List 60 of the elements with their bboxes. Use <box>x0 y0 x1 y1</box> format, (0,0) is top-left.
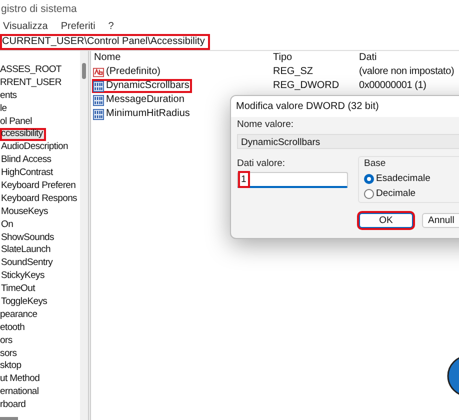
tree-item[interactable]: HighContrast <box>1 167 55 180</box>
ok-button[interactable]: OK <box>359 213 413 228</box>
tree-item[interactable]: pearance <box>0 308 40 322</box>
value-name[interactable]: MessageDuration <box>106 93 184 107</box>
tree-item[interactable]: ol Panel <box>0 116 34 128</box>
value-name[interactable]: DynamicScrollbars <box>106 79 190 93</box>
tree-item[interactable]: Keyboard Respons <box>1 192 80 206</box>
tree-item[interactable]: ors <box>0 334 14 348</box>
cancel-button[interactable]: Annull <box>422 213 459 228</box>
radio-label[interactable]: Decimale <box>376 188 416 199</box>
value-field[interactable]: 1 <box>237 172 348 188</box>
binary-value-icon <box>93 80 104 92</box>
address-bar[interactable]: CURRENT_USER\Control Panel\Accessibility <box>0 34 210 50</box>
column-header[interactable]: Dati <box>359 51 459 65</box>
radio-label[interactable]: Esadecimale <box>376 173 430 184</box>
tree-item[interactable]: ASSES_ROOT <box>0 64 64 77</box>
field-label: Dati valore: <box>237 158 286 169</box>
table-cell-text: REG_SZ <box>273 65 314 79</box>
scrollbar-thumb[interactable] <box>82 63 86 79</box>
tree-item[interactable]: MouseKeys <box>1 206 50 219</box>
tree-item[interactable]: sktop <box>0 360 24 374</box>
tree-item[interactable]: ernational <box>0 386 41 400</box>
menu-item[interactable]: Visualizza <box>3 21 48 33</box>
tree-item[interactable]: Blind Access <box>1 154 54 168</box>
window-title: gistro di sistema <box>1 3 77 15</box>
value-text: 1 <box>238 171 250 188</box>
tree-item[interactable]: rboard <box>0 399 28 412</box>
radio-button[interactable] <box>364 188 374 198</box>
value-name[interactable]: MinimumHitRadius <box>106 107 190 121</box>
tree-item[interactable]: ToggleKeys <box>1 296 50 309</box>
tree-item[interactable]: RRENT_USER <box>0 76 64 90</box>
name-field[interactable]: DynamicScrollbars <box>237 134 459 149</box>
tree-item[interactable]: SlateLaunch <box>1 244 53 258</box>
column-header[interactable]: Tipo <box>273 51 359 65</box>
tree-item[interactable]: Keyboard Preferen <box>1 180 78 193</box>
column-header[interactable]: Nome <box>92 51 273 65</box>
tree-item[interactable]: SoundSentry <box>1 257 55 270</box>
tree-item[interactable]: StickyKeys <box>1 270 46 284</box>
value-name[interactable]: (Predefinito) <box>106 65 160 79</box>
menu-item[interactable]: Preferiti <box>60 21 96 33</box>
tree-item[interactable]: ut Method <box>0 373 42 386</box>
tree-item[interactable]: etooth <box>0 322 27 335</box>
tree-item[interactable]: sors <box>0 348 19 360</box>
table-cell-text: (valore non impostato) <box>359 65 456 79</box>
tree-item[interactable]: TimeOut <box>1 283 37 296</box>
field-label: Nome valore: <box>237 119 294 130</box>
dialog-title: Modifica valore DWORD (32 bit) <box>236 101 379 112</box>
tree-item[interactable]: On <box>1 218 16 232</box>
tree-item[interactable]: ShowSounds <box>1 232 56 244</box>
scrollbar-thumb[interactable] <box>0 417 18 420</box>
binary-value-icon <box>93 94 104 106</box>
group-label: Base <box>364 158 386 169</box>
tree-item[interactable]: le <box>0 102 9 116</box>
table-cell-text: REG_DWORD <box>273 79 340 93</box>
radio-button[interactable] <box>364 174 374 184</box>
menu-item[interactable]: ? <box>108 21 114 33</box>
tree-item[interactable]: AudioDescription <box>1 141 70 154</box>
binary-value-icon <box>93 108 104 120</box>
tree-item[interactable]: ents <box>0 90 19 103</box>
table-cell-text: 0x00000001 (1) <box>359 79 428 93</box>
